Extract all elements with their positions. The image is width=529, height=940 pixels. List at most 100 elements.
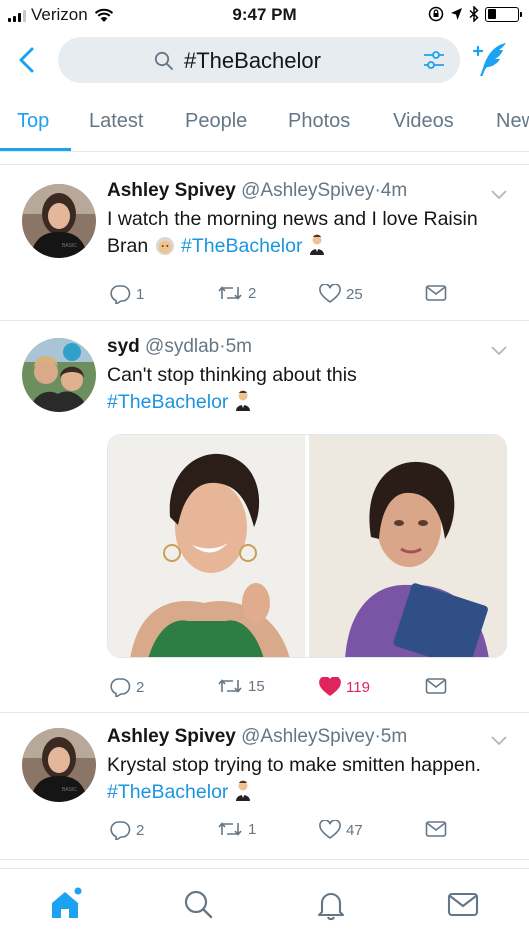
tweet-author-handle[interactable]: @sydlab [145, 336, 219, 357]
active-tab-indicator [0, 148, 71, 151]
like-button[interactable]: 119 [319, 677, 370, 697]
like-button[interactable]: 25 [319, 284, 363, 304]
messages-envelope-icon[interactable] [446, 887, 480, 921]
tweet-actions: 2 1 47 [107, 820, 452, 844]
tweet-author-name[interactable]: Ashley Spivey [107, 726, 236, 747]
tweet-photo[interactable] [108, 435, 305, 657]
retweet-icon [218, 286, 242, 300]
battery-icon [485, 6, 522, 22]
retweet-button[interactable]: 2 [217, 284, 256, 302]
like-count: 25 [346, 285, 363, 303]
tab-news[interactable]: News [496, 110, 529, 133]
compose-tweet-icon[interactable] [470, 40, 510, 78]
tweet-text: I watch the morning news and I love Rais… [107, 206, 517, 260]
status-right [428, 6, 522, 22]
tweet-header: Ashley Spivey @AshleySpivey·5m [107, 726, 407, 748]
chevron-down-icon[interactable] [489, 734, 509, 748]
explore-search-icon[interactable] [181, 887, 215, 921]
svg-text:BASIC: BASIC [62, 787, 77, 793]
back-chevron-icon[interactable] [14, 44, 42, 76]
tweet-header: syd @sydlab·5m [107, 336, 252, 358]
reply-button[interactable]: 1 [109, 284, 144, 304]
like-button[interactable]: 47 [319, 820, 363, 840]
tweet[interactable]: BASIC Ashley Spivey @AshleySpivey·5m Kry… [0, 714, 529, 860]
heart-icon [319, 284, 341, 303]
hashtag-link[interactable]: #TheBachelor [107, 781, 228, 803]
search-header: #TheBachelor [0, 34, 529, 88]
older-woman-emoji-icon [155, 237, 174, 255]
direct-message-icon [425, 678, 447, 694]
retweet-icon [218, 822, 242, 836]
tab-top[interactable]: Top [17, 110, 49, 133]
tweet-body: Can't stop thinking about this [107, 364, 357, 386]
direct-message-button[interactable] [425, 677, 447, 695]
tweet-timestamp: 5m [380, 726, 408, 747]
search-icon [154, 51, 173, 70]
svg-text:BASIC: BASIC [62, 243, 77, 249]
hashtag-link[interactable]: #TheBachelor [107, 391, 228, 413]
tweet[interactable]: syd @sydlab·5m Can't stop thinking about… [0, 322, 529, 713]
direct-message-button[interactable] [425, 820, 447, 838]
reply-count: 2 [136, 678, 145, 696]
screen-rotation-lock-icon [428, 6, 444, 22]
tweet-text: Can't stop thinking about this #TheBache… [107, 362, 517, 416]
bluetooth-icon [469, 6, 479, 22]
chevron-down-icon[interactable] [489, 188, 509, 202]
reply-button[interactable]: 2 [109, 677, 144, 697]
tweet-timestamp: 4m [380, 180, 408, 201]
retweet-count: 2 [248, 284, 257, 302]
retweet-count: 1 [248, 820, 257, 838]
man-in-tuxedo-emoji-icon [235, 390, 250, 411]
heart-icon [319, 820, 341, 839]
avatar[interactable]: BASIC [22, 728, 96, 802]
tweet-photo[interactable] [309, 435, 506, 657]
home-icon[interactable] [48, 887, 82, 921]
direct-message-icon [425, 821, 447, 837]
retweet-button[interactable]: 15 [217, 677, 265, 695]
filter-sliders-icon[interactable] [422, 48, 446, 72]
retweet-icon [218, 679, 242, 693]
reply-icon [110, 678, 131, 697]
avatar[interactable]: BASIC [22, 184, 96, 258]
tweet-timestamp: 5m [225, 336, 252, 357]
tweet-author-name[interactable]: Ashley Spivey [107, 180, 236, 201]
tweet-author-handle[interactable]: @AshleySpivey [241, 180, 374, 201]
bottom-tab-bar [0, 868, 529, 940]
tab-people[interactable]: People [185, 110, 247, 133]
tweet-text: Krystal stop trying to make smitten happ… [107, 752, 517, 806]
reply-count: 1 [136, 285, 145, 303]
like-count: 47 [346, 821, 363, 839]
reply-button[interactable]: 2 [109, 820, 144, 840]
reply-icon [110, 285, 131, 304]
retweet-count: 15 [248, 677, 265, 695]
location-arrow-icon [451, 8, 462, 20]
tab-photos[interactable]: Photos [288, 110, 350, 133]
tweet-author-handle[interactable]: @AshleySpivey [241, 726, 374, 747]
man-in-tuxedo-emoji-icon [309, 234, 324, 255]
direct-message-button[interactable] [425, 284, 447, 302]
hashtag-link[interactable]: #TheBachelor [181, 235, 302, 257]
tweet-actions: 2 15 119 [107, 677, 452, 701]
search-tabs: Top Latest People Photos Videos News [0, 100, 529, 152]
reply-icon [110, 821, 131, 840]
tweet[interactable]: BASIC Ashley Spivey @AshleySpivey·4m I w… [0, 166, 529, 321]
tabs-spacer [0, 152, 529, 165]
avatar[interactable] [22, 338, 96, 412]
retweet-button[interactable]: 1 [217, 820, 256, 838]
chevron-down-icon[interactable] [489, 344, 509, 358]
like-count: 119 [346, 678, 370, 696]
tab-videos[interactable]: Videos [393, 110, 454, 133]
tweet-header: Ashley Spivey @AshleySpivey·4m [107, 180, 407, 202]
tweet-actions: 1 2 25 [107, 284, 452, 308]
tweet-author-name[interactable]: syd [107, 336, 140, 357]
tweet-media[interactable] [107, 434, 507, 658]
tab-latest[interactable]: Latest [89, 110, 143, 133]
search-input[interactable]: #TheBachelor [58, 37, 460, 83]
tweet-body: Krystal stop trying to make smitten happ… [107, 754, 481, 776]
reply-count: 2 [136, 821, 145, 839]
notifications-bell-icon[interactable] [314, 887, 348, 921]
heart-icon [319, 677, 341, 696]
status-bar: Verizon 9:47 PM [0, 0, 529, 30]
man-in-tuxedo-emoji-icon [235, 780, 250, 801]
search-query: #TheBachelor [184, 48, 321, 73]
